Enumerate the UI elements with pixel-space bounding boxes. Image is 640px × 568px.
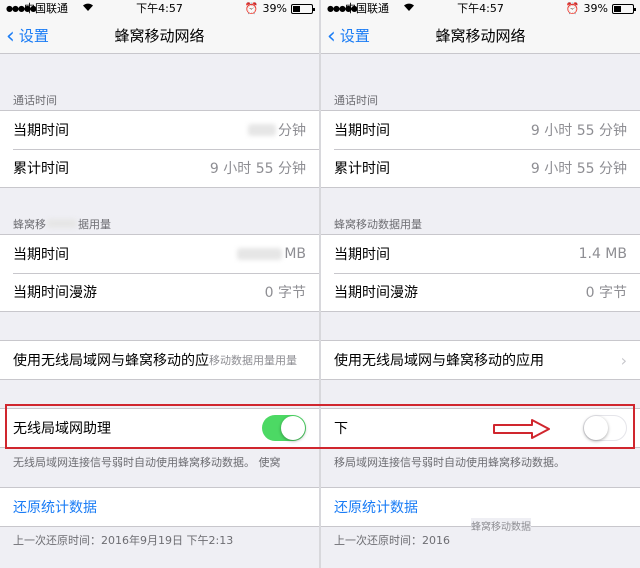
header-part: 蜂窝移 — [13, 218, 46, 231]
status-bar: ●●●●● 中国联通 下午4:57 ⏰ 39% — [321, 0, 640, 18]
overlay-text: 移动数据用量用量 — [209, 354, 297, 367]
redacted-area — [47, 219, 77, 228]
row-value: 9 小时 55 分钟 — [530, 123, 627, 139]
row-label: 当期时间 — [334, 247, 390, 263]
redacted-area — [237, 248, 283, 260]
row-value: 0 字节 — [585, 285, 627, 301]
last-reset-note: 上一次还原时间：2016 — [334, 534, 450, 547]
left-screenshot: ●●●●● 中国联通 下午4:57 ⏰ 39% ‹ 设置 蜂窝移动网络 通话时间 … — [0, 0, 319, 568]
last-reset-note: 上一次还原时间：2016年9月19日 下午2:13 — [13, 534, 234, 547]
battery-percent: 39% — [583, 2, 608, 15]
row-value: 0 字节 — [264, 285, 306, 301]
row-label: 使用无线局域网与蜂窝移动的应 — [13, 353, 209, 369]
data-roaming-row: 当期时间漫游 0 字节 — [0, 273, 319, 311]
call-current-row: 当期时间 分钟 — [0, 111, 319, 149]
wifi-assist-note: 无线局域网连接信号弱时自动使用蜂窝移动数据。 使窝 — [13, 456, 281, 469]
row-value: MB — [284, 246, 306, 262]
page-title: 蜂窝移动网络 — [114, 27, 205, 45]
apps-group: 使用无线局域网与蜂窝移动的应 移动数据用量用量 — [0, 340, 319, 380]
apps-row[interactable]: 使用无线局域网与蜂窝移动的应用 › — [321, 341, 640, 379]
status-bar: ●●●●● 中国联通 下午4:57 ⏰ 39% — [0, 0, 319, 18]
row-value: 9 小时 55 分钟 — [530, 161, 627, 177]
apps-row[interactable]: 使用无线局域网与蜂窝移动的应 移动数据用量用量 — [0, 341, 319, 379]
row-value: 9 小时 55 分钟 — [209, 161, 306, 177]
data-current-row: 当期时间 1.4 MB — [321, 235, 640, 273]
row-label: 当期时间漫游 — [13, 285, 97, 301]
call-time-header: 通话时间 — [334, 94, 378, 107]
row-label: 当期时间 — [13, 123, 69, 139]
call-time-header: 通话时间 — [13, 94, 57, 107]
reset-row[interactable]: 还原统计数据 — [0, 488, 319, 526]
apps-group: 使用无线局域网与蜂窝移动的应用 › — [321, 340, 640, 380]
row-label: 累计时间 — [13, 161, 69, 177]
wifi-assist-note: 移局域网连接信号弱时自动使用蜂窝移动数据。 — [334, 456, 565, 469]
row-value: 1.4 MB — [578, 246, 627, 262]
row-label: 使用无线局域网与蜂窝移动的应用 — [334, 353, 544, 369]
alarm-icon: ⏰ — [244, 2, 259, 15]
call-time-group: 当期时间 分钟 累计时间 9 小时 55 分钟 — [0, 110, 319, 188]
nav-bar: ‹ 设置 蜂窝移动网络 — [0, 18, 319, 54]
call-total-row: 累计时间 9 小时 55 分钟 — [321, 149, 640, 187]
nav-bar: ‹ 设置 蜂窝移动网络 — [321, 18, 640, 54]
right-screenshot: ●●●●● 中国联通 下午4:57 ⏰ 39% ‹ 设置 蜂窝移动网络 通话时间 … — [321, 0, 640, 568]
reset-group: 还原统计数据 — [0, 487, 319, 527]
row-value: 分钟 — [278, 123, 306, 139]
chevron-right-icon: › — [620, 350, 627, 370]
header-part: 据用量 — [78, 218, 111, 231]
call-total-row: 累计时间 9 小时 55 分钟 — [0, 149, 319, 187]
row-label: 累计时间 — [334, 161, 390, 177]
battery-icon — [612, 4, 636, 14]
alarm-icon: ⏰ — [565, 2, 580, 15]
row-label: 当期时间 — [334, 123, 390, 139]
battery-percent: 39% — [262, 2, 287, 15]
reset-stats-button[interactable]: 还原统计数据 — [334, 497, 627, 517]
data-usage-group: 当期时间 MB 当期时间漫游 0 字节 — [0, 234, 319, 312]
call-current-row: 当期时间 9 小时 55 分钟 — [321, 111, 640, 149]
data-usage-group: 当期时间 1.4 MB 当期时间漫游 0 字节 — [321, 234, 640, 312]
reset-stats-button[interactable]: 还原统计数据 — [13, 497, 306, 517]
data-usage-header: 蜂窝移动数据用量 — [334, 218, 422, 231]
battery-icon — [291, 4, 315, 14]
overlay-text: 蜂窝移动数据 — [471, 518, 531, 533]
data-current-row: 当期时间 MB — [0, 235, 319, 273]
row-label: 当期时间 — [13, 247, 69, 263]
data-usage-header: 蜂窝移 据用量 — [13, 216, 111, 232]
redacted-area — [248, 124, 276, 136]
page-title: 蜂窝移动网络 — [435, 27, 526, 45]
row-label: 当期时间漫游 — [334, 285, 418, 301]
arrow-right-icon — [492, 418, 552, 444]
call-time-group: 当期时间 9 小时 55 分钟 累计时间 9 小时 55 分钟 — [321, 110, 640, 188]
data-roaming-row: 当期时间漫游 0 字节 — [321, 273, 640, 311]
